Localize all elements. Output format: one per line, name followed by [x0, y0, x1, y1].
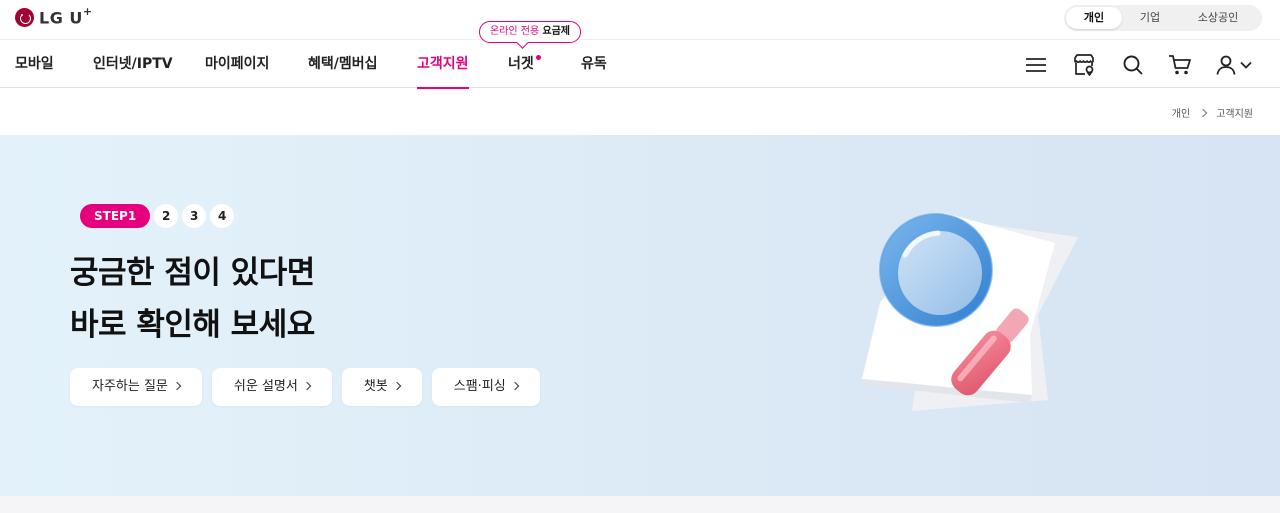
- breadcrumb-item-personal[interactable]: 개인: [1172, 105, 1190, 120]
- segment-business[interactable]: 기업: [1122, 7, 1178, 29]
- segment-small-business[interactable]: 소상공인: [1178, 7, 1258, 29]
- step-indicator: STEP1 2 3 4: [80, 204, 235, 228]
- search-icon[interactable]: [1120, 52, 1146, 78]
- promo-highlight: 온라인 전용: [490, 26, 540, 37]
- segment-personal[interactable]: 개인: [1066, 7, 1122, 29]
- brand-name: LG U: [39, 8, 83, 28]
- headline-line-2: 바로 확인해 보세요: [70, 307, 315, 343]
- faq-button[interactable]: 자주하는 질문: [70, 368, 202, 406]
- breadcrumb-separator-icon: [1198, 108, 1208, 117]
- quick-links: 자주하는 질문 쉬운 설명서 챗봇 스팸·피싱: [70, 368, 540, 406]
- headline-line-1: 궁금한 점이 있다면: [70, 255, 315, 291]
- new-dot-badge: [535, 55, 541, 60]
- store-location-icon[interactable]: [1071, 52, 1097, 78]
- breadcrumb: 개인 고객지원: [1172, 105, 1253, 120]
- brand-plus: +: [82, 5, 93, 18]
- faq-label: 자주하는 질문: [92, 379, 168, 394]
- menu-icon[interactable]: [1023, 52, 1049, 78]
- chevron-right-icon: [510, 381, 519, 391]
- user-menu[interactable]: [1214, 52, 1254, 78]
- cart-icon[interactable]: [1167, 52, 1193, 78]
- chatbot-button[interactable]: 챗봇: [341, 368, 422, 406]
- easy-guide-button[interactable]: 쉬운 설명서: [211, 368, 332, 406]
- nav-mypage[interactable]: 마이페이지: [205, 40, 269, 88]
- page-bottom-strip: [0, 496, 1280, 513]
- step-1-badge[interactable]: STEP1: [80, 204, 151, 228]
- magnifier-document-illustration: [862, 213, 1078, 411]
- nav-nugget-label: 너겟: [508, 56, 534, 72]
- nav-mobile[interactable]: 모바일: [15, 40, 54, 88]
- nav-customer-support[interactable]: 고객지원: [417, 40, 469, 89]
- hero-banner: STEP1 2 3 4 궁금한 점이 있다면 바로 확인해 보세요 자주하는 질…: [0, 135, 1280, 496]
- nav-benefits-membership[interactable]: 혜택/멤버십: [308, 40, 378, 88]
- promo-tooltip[interactable]: 온라인 전용 요금제: [479, 21, 581, 43]
- step-3-dot[interactable]: 3: [182, 204, 207, 228]
- top-bar: LG U+ 개인 기업 소상공인: [0, 0, 1280, 38]
- easy-guide-label: 쉬운 설명서: [233, 379, 298, 394]
- chevron-right-icon: [392, 381, 402, 391]
- user-icon: [1216, 55, 1236, 75]
- lg-logo-icon: [15, 7, 34, 27]
- nav-udok[interactable]: 유독: [581, 40, 607, 88]
- step-4-dot[interactable]: 4: [210, 204, 235, 228]
- spam-phishing-label: 스팸·피싱: [453, 379, 506, 394]
- customer-type-switch: 개인 기업 소상공인: [1064, 5, 1262, 31]
- breadcrumb-item-support[interactable]: 고객지원: [1216, 105, 1253, 120]
- nav-internet-iptv[interactable]: 인터넷/IPTV: [93, 40, 173, 88]
- spam-phishing-button[interactable]: 스팸·피싱: [431, 368, 540, 406]
- chevron-right-icon: [172, 381, 182, 391]
- promo-tail: 요금제: [542, 26, 570, 37]
- hero-headline: 궁금한 점이 있다면 바로 확인해 보세요: [70, 247, 315, 351]
- lgu-logo[interactable]: LG U+: [15, 5, 93, 28]
- step-2-dot[interactable]: 2: [154, 204, 179, 228]
- chevron-right-icon: [302, 381, 312, 391]
- chatbot-label: 챗봇: [363, 379, 388, 394]
- chevron-down-icon: [1240, 61, 1252, 69]
